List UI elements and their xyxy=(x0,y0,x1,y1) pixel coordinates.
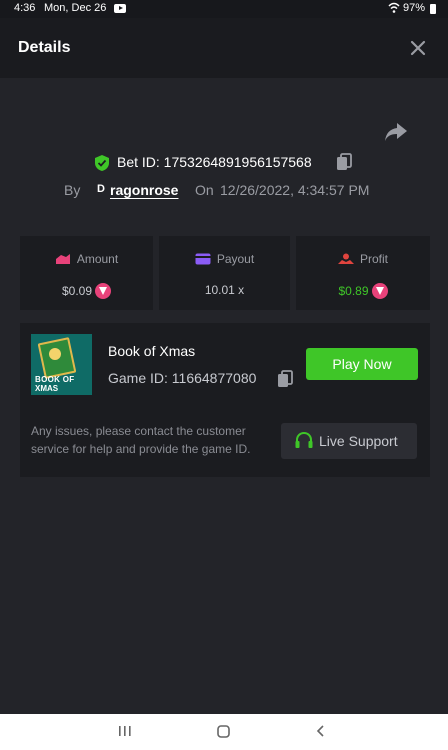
status-bar: 4:36 Mon, Dec 26 97% xyxy=(0,0,448,18)
amount-card: Amount $0.09 xyxy=(20,236,153,310)
headset-icon xyxy=(294,431,314,456)
username-link[interactable]: ragonrose xyxy=(110,182,178,198)
avatar: D xyxy=(97,183,105,195)
coin-icon xyxy=(95,283,112,299)
status-date: Mon, Dec 26 xyxy=(44,2,107,14)
play-now-button[interactable]: Play Now xyxy=(306,348,418,380)
amount-icon xyxy=(55,253,71,265)
live-support-button[interactable]: Live Support xyxy=(281,423,417,459)
youtube-icon xyxy=(114,4,126,13)
close-icon[interactable] xyxy=(404,34,432,62)
on-label: On xyxy=(195,182,214,198)
back-icon[interactable] xyxy=(314,722,328,745)
status-time: 4:36 xyxy=(14,2,36,14)
game-card: BOOK OF XMAS Book of Xmas Game ID: 11664… xyxy=(20,323,430,477)
shield-check-icon xyxy=(94,154,110,177)
payout-label: Payout xyxy=(216,252,255,266)
amount-label: Amount xyxy=(76,252,119,266)
coin-icon xyxy=(371,283,388,299)
profit-icon xyxy=(337,253,354,265)
bet-byline: By D ragonrose On 12/26/2022, 4:34:57 PM xyxy=(0,180,448,200)
by-label: By xyxy=(64,182,81,198)
profit-label: Profit xyxy=(359,252,388,266)
copy-icon[interactable] xyxy=(277,370,293,393)
details-header: Details xyxy=(0,18,448,78)
payout-icon xyxy=(195,253,211,265)
bet-id: Bet ID: 1753264891956157568 xyxy=(117,154,312,170)
bet-id-row: Bet ID: 1753264891956157568 xyxy=(0,152,448,174)
recents-icon[interactable] xyxy=(118,722,132,745)
amount-value: $0.09 xyxy=(61,284,93,298)
bet-datetime: 12/26/2022, 4:34:57 PM xyxy=(220,182,370,198)
game-thumbnail[interactable]: BOOK OF XMAS xyxy=(31,334,92,395)
page-title: Details xyxy=(18,39,71,56)
system-nav-bar xyxy=(0,714,448,750)
payout-card: Payout 10.01 x xyxy=(159,236,290,310)
live-support-label: Live Support xyxy=(319,433,398,449)
battery-icon xyxy=(430,4,436,14)
payout-value: 10.01 x xyxy=(204,283,245,297)
profit-value: $0.89 xyxy=(338,284,369,298)
profit-card: Profit $0.89 xyxy=(296,236,430,310)
game-id: Game ID: 11664877080 xyxy=(108,370,257,386)
battery-level: 97% xyxy=(403,2,426,14)
home-icon[interactable] xyxy=(216,722,232,745)
wifi-icon xyxy=(388,2,400,17)
copy-icon[interactable] xyxy=(336,153,352,176)
share-icon[interactable] xyxy=(382,120,410,144)
support-note: Any issues, please contact the customer … xyxy=(31,424,251,456)
game-name: Book of Xmas xyxy=(108,343,196,359)
